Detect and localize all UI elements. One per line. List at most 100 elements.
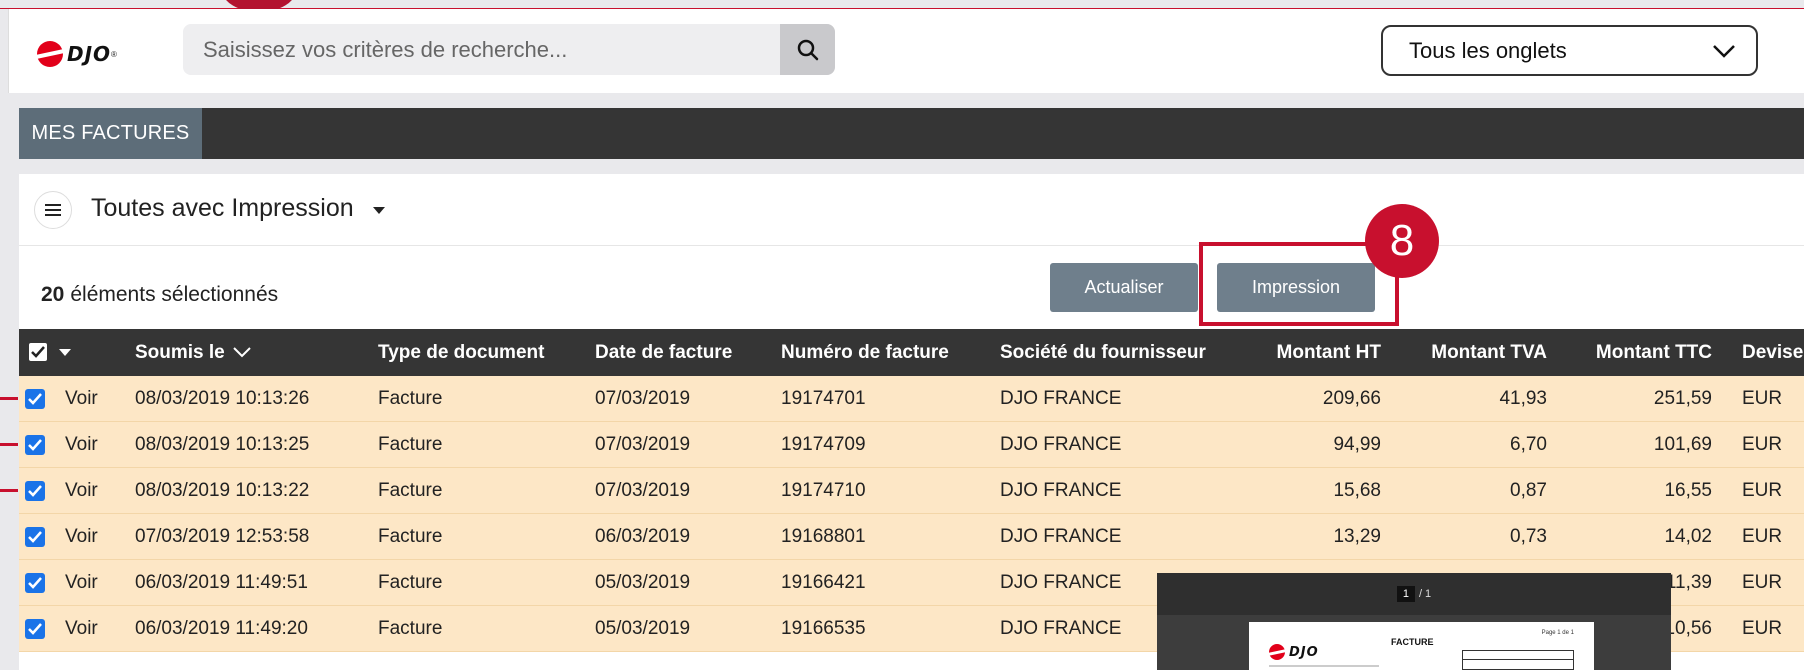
cell-invoice-number: 19174710 bbox=[781, 479, 866, 501]
registered-mark: ® bbox=[111, 49, 117, 59]
selection-count-number: 20 bbox=[41, 283, 65, 306]
view-link[interactable]: Voir bbox=[65, 560, 98, 605]
col-supplier[interactable]: Société du fournisseur bbox=[1000, 329, 1206, 376]
cell-supplier: DJO FRANCE bbox=[1000, 433, 1122, 455]
row-checkbox[interactable] bbox=[25, 481, 45, 501]
cell-invoice-number: 19166421 bbox=[781, 571, 866, 593]
search-icon bbox=[797, 39, 818, 60]
selection-count-label: éléments sélectionnés bbox=[70, 283, 279, 306]
col-currency[interactable]: Devise bbox=[1742, 329, 1803, 376]
cell-amount-tva: 6,70 bbox=[1510, 433, 1547, 455]
pdf-toolbar: 1 / 1 bbox=[1157, 573, 1671, 615]
row-checkbox[interactable] bbox=[25, 619, 45, 639]
table-row[interactable]: Voir 08/03/2019 10:13:25 Facture 07/03/2019… bbox=[19, 422, 1804, 468]
cell-invoice-number: 19166535 bbox=[781, 617, 866, 639]
checkmark-icon bbox=[28, 485, 42, 497]
view-selector[interactable]: Toutes avec Impression bbox=[91, 194, 354, 223]
col-doc-type[interactable]: Type de document bbox=[378, 329, 544, 376]
cell-invoice-date: 07/03/2019 bbox=[595, 387, 691, 409]
pdf-page: DJO FACTURE Page 1 de 1 bbox=[1249, 622, 1594, 670]
select-all-checkbox[interactable] bbox=[29, 343, 47, 361]
cell-amount-ttc: 14,02 bbox=[1664, 525, 1712, 547]
cell-submitted: 08/03/2019 10:13:22 bbox=[135, 479, 310, 501]
cell-currency: EUR bbox=[1742, 387, 1783, 409]
checkmark-icon bbox=[31, 346, 45, 358]
djo-logo-mark-icon bbox=[1269, 644, 1285, 660]
cell-amount-ht: 94,99 bbox=[1333, 433, 1381, 455]
cell-doc-type: Facture bbox=[378, 571, 443, 593]
row-checkbox[interactable] bbox=[25, 573, 45, 593]
cell-supplier: DJO FRANCE bbox=[1000, 617, 1122, 639]
checkmark-icon bbox=[28, 577, 42, 589]
selection-count: 20 éléments sélectionnés bbox=[41, 283, 278, 307]
hamburger-icon bbox=[45, 204, 61, 216]
table-header: Soumis le Type de document Date de factu… bbox=[19, 329, 1804, 376]
search-bar bbox=[183, 24, 835, 75]
col-submitted-label: Soumis le bbox=[135, 341, 225, 363]
view-link[interactable]: Voir bbox=[65, 376, 98, 421]
cell-currency: EUR bbox=[1742, 525, 1783, 547]
table-row[interactable]: Voir 07/03/2019 12:53:58 Facture 06/03/2019… bbox=[19, 514, 1804, 560]
table-row[interactable]: Voir 08/03/2019 10:13:22 Facture 07/03/2019… bbox=[19, 468, 1804, 514]
pdf-page-number[interactable]: 1 bbox=[1396, 586, 1415, 602]
cell-supplier: DJO FRANCE bbox=[1000, 525, 1122, 547]
chevron-down-icon bbox=[1713, 44, 1735, 58]
search-input[interactable] bbox=[183, 24, 780, 75]
cell-doc-type: Facture bbox=[378, 525, 443, 547]
annotation-marker bbox=[0, 443, 18, 446]
cell-invoice-date: 06/03/2019 bbox=[595, 525, 691, 547]
col-invoice-number[interactable]: Numéro de facture bbox=[781, 329, 949, 376]
cell-supplier: DJO FRANCE bbox=[1000, 387, 1122, 409]
annotation-step-badge: 8 bbox=[1365, 204, 1439, 278]
cell-doc-type: Facture bbox=[378, 433, 443, 455]
row-checkbox[interactable] bbox=[25, 389, 45, 409]
view-selector-row: Toutes avec Impression bbox=[19, 174, 1804, 246]
cell-invoice-date: 07/03/2019 bbox=[595, 433, 691, 455]
table-row[interactable]: Voir 08/03/2019 10:13:26 Facture 07/03/2019… bbox=[19, 376, 1804, 422]
pdf-page-info: Page 1 de 1 bbox=[1541, 630, 1574, 636]
checkmark-icon bbox=[28, 393, 42, 405]
view-link[interactable]: Voir bbox=[65, 468, 98, 513]
view-link[interactable]: Voir bbox=[65, 514, 98, 559]
row-checkbox[interactable] bbox=[25, 435, 45, 455]
cell-amount-ttc: 16,55 bbox=[1664, 479, 1712, 501]
tab-mes-factures[interactable]: MES FACTURES bbox=[19, 108, 202, 159]
view-link[interactable]: Voir bbox=[65, 606, 98, 651]
app-header: DJO ® Tous les onglets bbox=[8, 9, 1804, 93]
row-checkbox[interactable] bbox=[25, 527, 45, 547]
menu-button[interactable] bbox=[34, 191, 72, 229]
cell-currency: EUR bbox=[1742, 617, 1783, 639]
djo-logo[interactable]: DJO ® bbox=[37, 41, 117, 67]
col-amount-tva[interactable]: Montant TVA bbox=[1399, 329, 1547, 376]
cell-invoice-number: 19174709 bbox=[781, 433, 866, 455]
pdf-text-line bbox=[1269, 665, 1379, 667]
col-amount-ht[interactable]: Montant HT bbox=[1219, 329, 1381, 376]
cell-currency: EUR bbox=[1742, 571, 1783, 593]
pdf-preview[interactable]: 1 / 1 DJO FACTURE Page 1 de 1 bbox=[1157, 573, 1671, 670]
pdf-title: FACTURE bbox=[1391, 637, 1434, 647]
cell-supplier: DJO FRANCE bbox=[1000, 479, 1122, 501]
select-menu-caret-icon[interactable] bbox=[59, 349, 71, 356]
col-invoice-date[interactable]: Date de facture bbox=[595, 329, 732, 376]
col-submitted[interactable]: Soumis le bbox=[135, 329, 251, 376]
caret-down-icon[interactable] bbox=[373, 207, 385, 214]
pdf-logo-text: DJO bbox=[1289, 644, 1319, 660]
col-amount-ttc[interactable]: Montant TTC bbox=[1564, 329, 1712, 376]
cell-currency: EUR bbox=[1742, 479, 1783, 501]
annotation-marker bbox=[0, 397, 18, 400]
cell-submitted: 08/03/2019 10:13:26 bbox=[135, 387, 310, 409]
checkmark-icon bbox=[28, 439, 42, 451]
cell-amount-ttc: 251,59 bbox=[1653, 387, 1712, 409]
cell-submitted: 08/03/2019 10:13:25 bbox=[135, 433, 310, 455]
tab-bar: MES FACTURES bbox=[19, 108, 1804, 159]
cell-submitted: 06/03/2019 11:49:20 bbox=[135, 617, 308, 639]
search-button[interactable] bbox=[780, 24, 835, 75]
tab-filter-select[interactable]: Tous les onglets bbox=[1381, 25, 1758, 76]
cell-currency: EUR bbox=[1742, 433, 1783, 455]
refresh-button[interactable]: Actualiser bbox=[1050, 263, 1198, 312]
cell-invoice-date: 05/03/2019 bbox=[595, 617, 691, 639]
cell-submitted: 06/03/2019 11:49:51 bbox=[135, 571, 308, 593]
cell-amount-ttc: 101,69 bbox=[1653, 433, 1712, 455]
view-link[interactable]: Voir bbox=[65, 422, 98, 467]
sort-desc-icon bbox=[233, 347, 251, 358]
